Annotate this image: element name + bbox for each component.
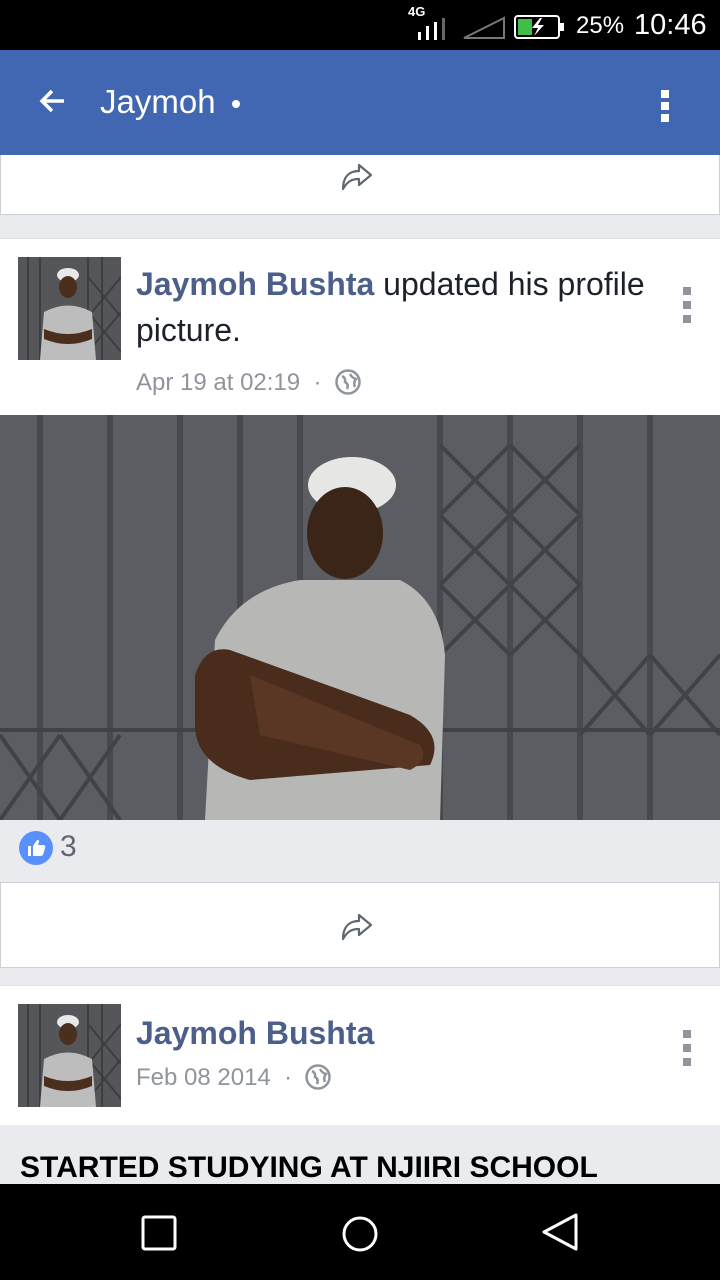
system-nav-bar (0, 1184, 720, 1280)
no-signal-icon (463, 16, 505, 39)
globe-icon (305, 1064, 332, 1090)
more-vertical-icon[interactable] (680, 1028, 694, 1068)
post-headline: Jaymoh Bushta (136, 1010, 656, 1056)
post-card: Jaymoh Bushta Feb 08 2014 · (0, 985, 720, 1126)
post-date[interactable]: Feb 08 2014 (136, 1064, 271, 1091)
post-headline: Jaymoh Bushta updated his profile pictur… (136, 261, 656, 353)
post-date[interactable]: Apr 19 at 02:19 (136, 369, 300, 396)
share-row (0, 155, 720, 215)
meta-separator: · (284, 1064, 293, 1091)
status-bar: 4G 25% 10:46 (0, 0, 720, 50)
post-meta: Feb 08 2014 · (136, 1064, 332, 1092)
signal-icon (418, 18, 445, 40)
post-text-body: STARTED STUDYING AT NJIIRI SCHOOL (0, 1125, 720, 1185)
online-dot (232, 100, 240, 108)
share-row (0, 882, 720, 968)
more-vertical-icon[interactable] (655, 88, 675, 124)
share-icon[interactable] (339, 157, 375, 193)
post-meta: Apr 19 at 02:19 · (136, 369, 361, 397)
profile-photo[interactable] (0, 415, 720, 820)
avatar[interactable] (18, 257, 121, 360)
avatar[interactable] (18, 1004, 121, 1107)
like-icon (19, 831, 53, 865)
battery-charging-icon (514, 15, 564, 39)
back-triangle-icon[interactable] (540, 1212, 580, 1252)
home-icon[interactable] (340, 1214, 380, 1254)
network-type: 4G (408, 4, 426, 19)
arrow-left-icon[interactable] (38, 86, 68, 116)
battery-percent: 25% (576, 12, 625, 39)
likes-count: 3 (60, 830, 77, 863)
post-text: STARTED STUDYING AT NJIIRI SCHOOL (20, 1151, 598, 1184)
post-card: Jaymoh Bushta updated his profile pictur… (0, 238, 720, 416)
share-icon[interactable] (339, 907, 375, 943)
globe-icon (335, 369, 361, 395)
author-name[interactable]: Jaymoh Bushta (136, 1015, 374, 1051)
more-vertical-icon[interactable] (680, 285, 694, 325)
recents-icon[interactable] (140, 1214, 180, 1254)
app-bar: Jaymoh (0, 50, 720, 155)
author-name[interactable]: Jaymoh Bushta (136, 266, 374, 302)
meta-separator: · (313, 369, 322, 396)
page-title: Jaymoh (100, 83, 216, 120)
clock: 10:46 (634, 9, 707, 41)
